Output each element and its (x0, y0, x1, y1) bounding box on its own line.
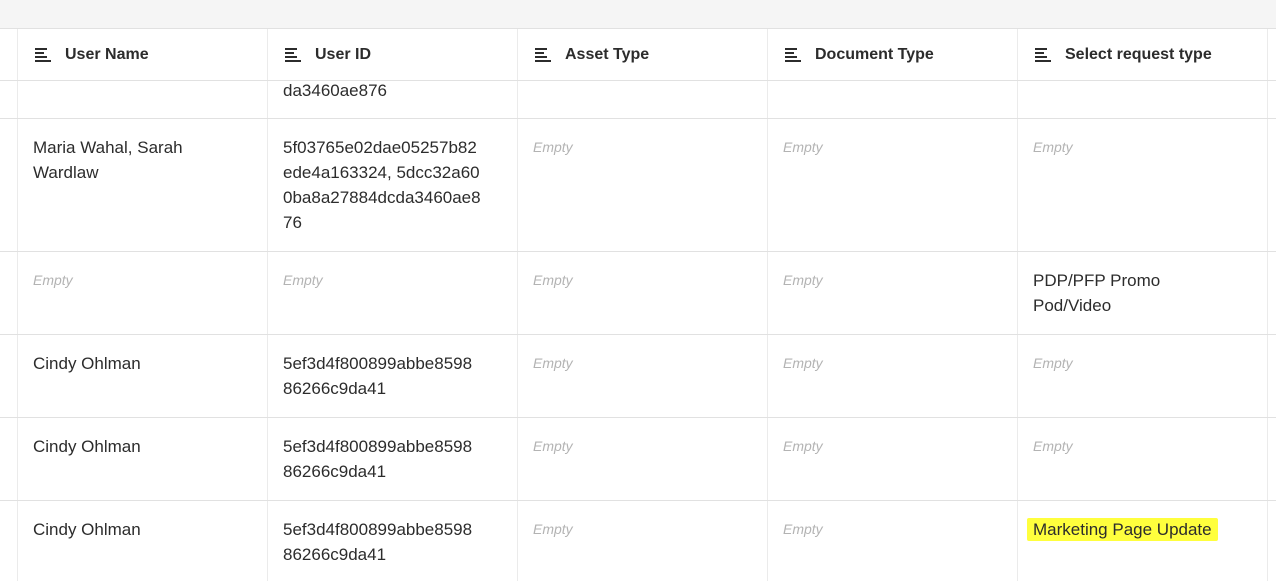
cell-user-name[interactable]: Maria Wahal, Sarah Wardlaw (17, 119, 267, 251)
highlighted-request-type: Marketing Page Update (1027, 518, 1218, 541)
cell-asset-type[interactable]: Empty (517, 418, 767, 500)
cell-user-name[interactable]: Cindy Ohlman (17, 418, 267, 500)
empty-placeholder: Empty (1033, 355, 1073, 371)
sort-lines-icon (535, 47, 551, 62)
cell-request-type[interactable]: Empty (1017, 418, 1267, 500)
cell-asset-type[interactable] (517, 81, 767, 118)
cell-user-id[interactable]: 5ef3d4f800899abbe859886266c9da41 (267, 335, 517, 417)
cell-request-type[interactable]: Empty (1017, 119, 1267, 251)
table-header-row: User Name User ID Asset Type Document Ty… (0, 29, 1276, 81)
cell-document-type[interactable]: Empty (767, 252, 1017, 334)
empty-placeholder: Empty (533, 521, 573, 537)
row-gutter (0, 119, 17, 251)
cell-user-id[interactable]: Empty (267, 252, 517, 334)
sort-lines-icon (1035, 47, 1051, 62)
cell-document-type[interactable]: Empty (767, 418, 1017, 500)
table-row[interactable]: Empty Empty Empty Empty PDP/PFP Promo Po… (0, 252, 1276, 335)
column-header-label: User Name (65, 45, 149, 63)
top-toolbar (0, 0, 1276, 29)
cell-user-name[interactable]: Cindy Ohlman (17, 335, 267, 417)
row-gutter (1267, 252, 1276, 334)
table-row[interactable]: Cindy Ohlman 5ef3d4f800899abbe859886266c… (0, 418, 1276, 501)
table-row[interactable]: Maria Wahal, Sarah Wardlaw 5f03765e02dae… (0, 119, 1276, 252)
empty-placeholder: Empty (283, 272, 323, 288)
column-header-label: User ID (315, 45, 372, 63)
cell-user-id[interactable]: 5ef3d4f800899abbe859886266c9da41 (267, 501, 517, 581)
column-header-request-type[interactable]: Select request type (1017, 29, 1267, 80)
cell-user-name[interactable] (17, 81, 267, 118)
row-gutter (0, 81, 17, 118)
empty-placeholder: Empty (783, 272, 823, 288)
column-header-label: Select request type (1065, 45, 1212, 63)
empty-placeholder: Empty (783, 139, 823, 155)
empty-placeholder: Empty (1033, 438, 1073, 454)
cell-document-type[interactable]: Empty (767, 335, 1017, 417)
empty-placeholder: Empty (783, 521, 823, 537)
table-row[interactable]: Cindy Ohlman 5ef3d4f800899abbe859886266c… (0, 335, 1276, 418)
cell-user-id[interactable]: 5f03765e02dae05257b82ede4a163324, 5dcc32… (267, 119, 517, 251)
data-table: User Name User ID Asset Type Document Ty… (0, 29, 1276, 581)
empty-placeholder: Empty (533, 272, 573, 288)
cell-request-type[interactable]: Marketing Page Update (1017, 501, 1267, 581)
empty-placeholder: Empty (783, 355, 823, 371)
column-header-asset-type[interactable]: Asset Type (517, 29, 767, 80)
sort-lines-icon (285, 47, 301, 62)
column-header-document-type[interactable]: Document Type (767, 29, 1017, 80)
row-gutter (1267, 418, 1276, 500)
row-gutter (0, 252, 17, 334)
cell-asset-type[interactable]: Empty (517, 335, 767, 417)
cell-user-id[interactable]: da3460ae876 (267, 81, 517, 118)
row-gutter (1267, 29, 1276, 80)
column-header-label: Document Type (815, 45, 934, 63)
empty-placeholder: Empty (533, 139, 573, 155)
cell-request-type[interactable]: Empty (1017, 335, 1267, 417)
row-gutter (0, 501, 17, 581)
empty-placeholder: Empty (533, 355, 573, 371)
cell-user-name[interactable]: Empty (17, 252, 267, 334)
sort-lines-icon (35, 47, 51, 62)
cell-asset-type[interactable]: Empty (517, 501, 767, 581)
row-gutter (0, 418, 17, 500)
row-gutter (1267, 501, 1276, 581)
empty-placeholder: Empty (783, 438, 823, 454)
empty-placeholder: Empty (1033, 139, 1073, 155)
cell-document-type[interactable]: Empty (767, 119, 1017, 251)
table-row[interactable]: da3460ae876 (0, 81, 1276, 119)
table-row[interactable]: Cindy Ohlman 5ef3d4f800899abbe859886266c… (0, 501, 1276, 581)
cell-asset-type[interactable]: Empty (517, 119, 767, 251)
empty-placeholder: Empty (533, 438, 573, 454)
row-gutter (0, 29, 17, 80)
empty-placeholder: Empty (33, 272, 73, 288)
sort-lines-icon (785, 47, 801, 62)
cell-request-type[interactable]: PDP/PFP Promo Pod/Video (1017, 252, 1267, 334)
cell-document-type[interactable] (767, 81, 1017, 118)
cell-user-name[interactable]: Cindy Ohlman (17, 501, 267, 581)
cell-user-id[interactable]: 5ef3d4f800899abbe859886266c9da41 (267, 418, 517, 500)
column-header-label: Asset Type (565, 45, 650, 63)
row-gutter (0, 335, 17, 417)
cell-document-type[interactable]: Empty (767, 501, 1017, 581)
cell-request-type[interactable] (1017, 81, 1267, 118)
cell-asset-type[interactable]: Empty (517, 252, 767, 334)
row-gutter (1267, 119, 1276, 251)
column-header-user-id[interactable]: User ID (267, 29, 517, 80)
row-gutter (1267, 335, 1276, 417)
column-header-user-name[interactable]: User Name (17, 29, 267, 80)
row-gutter (1267, 81, 1276, 118)
